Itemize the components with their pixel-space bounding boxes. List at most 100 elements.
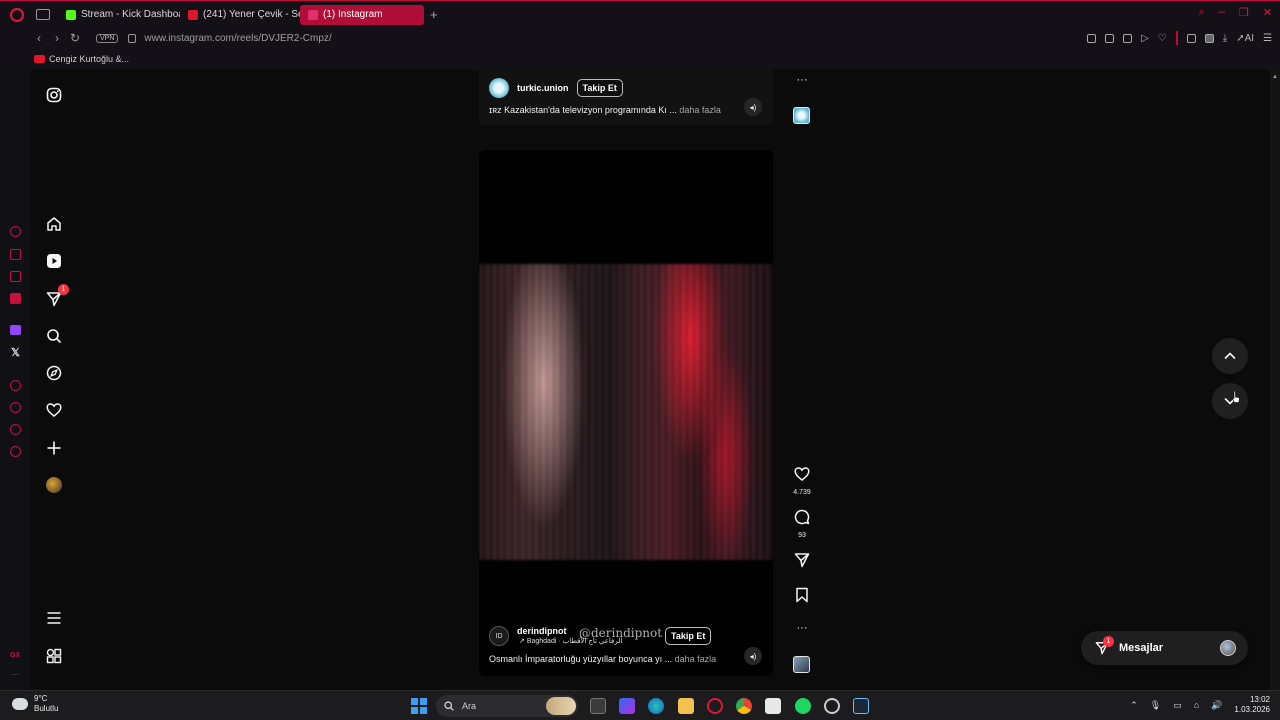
reel-caption[interactable]: ɪʀz Kazakistan'da televizyon programında… (489, 105, 721, 115)
back-icon[interactable]: ‹ (30, 31, 48, 45)
opera-gx-icon[interactable] (707, 698, 723, 714)
forward-icon[interactable]: › (48, 31, 66, 45)
task-view-icon[interactable] (590, 698, 606, 714)
lock-icon[interactable] (128, 33, 137, 43)
also-from-meta-icon[interactable] (45, 647, 63, 665)
chrome-icon[interactable] (736, 698, 752, 714)
search-icon[interactable] (45, 327, 63, 345)
extensions-icon[interactable] (10, 424, 21, 435)
maximize-icon[interactable]: ❐ (1239, 6, 1249, 19)
more-icon[interactable]: ··· (11, 670, 19, 679)
share-icon[interactable] (794, 552, 810, 568)
previous-reel-button[interactable] (1212, 338, 1248, 374)
messenger-icon[interactable] (10, 271, 21, 282)
ai-icon[interactable] (10, 249, 21, 260)
easy-setup-icon[interactable]: ☰ (1263, 33, 1272, 44)
taskbar-search[interactable]: Ara (436, 695, 578, 717)
extensions-icon[interactable] (1186, 33, 1196, 43)
x-icon[interactable]: 𝕏 (11, 346, 20, 359)
more-options-icon[interactable]: ··· (790, 622, 814, 634)
history-icon[interactable] (10, 402, 21, 413)
messages-icon[interactable]: 1 (45, 284, 69, 308)
author-avatar[interactable] (489, 78, 509, 98)
current-reel[interactable]: @derindipnot ID derindipnot Takip Et ↗ B… (479, 150, 773, 676)
comment-action[interactable]: 93 (790, 509, 814, 539)
reload-icon[interactable]: ↻ (66, 31, 84, 45)
play-icon[interactable]: ▷ (1141, 33, 1149, 44)
bookmark-item[interactable]: Cengiz Kurtoğlu &... (49, 54, 129, 64)
opera-logo-icon[interactable] (10, 7, 24, 22)
author-username[interactable]: turkic.union (517, 83, 569, 93)
start-button[interactable] (411, 698, 427, 714)
settings-app-icon[interactable] (824, 698, 840, 714)
widgets-icon[interactable] (619, 698, 635, 714)
home-icon[interactable] (45, 215, 63, 233)
pin-icon[interactable] (1087, 33, 1097, 43)
url-field[interactable]: www.instagram.com/reels/DVJER2-Cmpz/ (144, 33, 331, 44)
create-icon[interactable] (45, 439, 63, 457)
clock[interactable]: 13:02 1.03.2026 (1234, 695, 1270, 715)
player-icon[interactable] (10, 380, 21, 391)
twitch-icon[interactable] (10, 325, 21, 335)
tab-strip-icon[interactable] (36, 9, 50, 20)
bookmark-icon[interactable] (794, 587, 810, 603)
tab-youtube[interactable]: (241) Yener Çevik - Sende (180, 5, 300, 25)
next-reel-button[interactable] (1212, 383, 1248, 419)
snapshot-icon[interactable] (1105, 33, 1115, 43)
store-icon[interactable] (765, 698, 781, 714)
steam-icon[interactable] (853, 698, 869, 714)
reel-video[interactable] (479, 264, 773, 560)
menu-icon[interactable] (45, 609, 63, 627)
author-avatar[interactable]: ID (489, 626, 509, 646)
close-icon[interactable]: ✕ (1263, 6, 1272, 19)
mail-icon[interactable] (10, 293, 21, 304)
audio-row[interactable]: ↗ Baghdadi · الرفاعي تاج الأقطاب (519, 637, 622, 645)
reels-icon[interactable] (45, 252, 63, 270)
weather-widget[interactable]: 9°C Bulutlu (10, 694, 58, 714)
volume-icon[interactable]: 🔊 (1211, 700, 1222, 711)
more-link[interactable]: daha fazla (675, 654, 717, 664)
microphone-icon[interactable]: 🎙 (1150, 700, 1161, 711)
profile-avatar[interactable] (45, 476, 63, 494)
gx-label[interactable]: GX (10, 652, 20, 659)
mute-icon[interactable]: ◂) (744, 647, 762, 665)
follow-button[interactable]: Takip Et (576, 79, 623, 97)
like-action[interactable]: 4.739 (790, 466, 814, 496)
author-username[interactable]: derindipnot (517, 626, 567, 636)
file-explorer-icon[interactable] (678, 698, 694, 714)
heart-icon[interactable]: ♡ (1158, 33, 1167, 44)
heart-icon[interactable] (794, 466, 810, 482)
scroll-up-arrow-icon[interactable]: ▲ (1272, 74, 1278, 80)
tab-instagram[interactable]: (1) Instagram (300, 4, 424, 25)
save-action[interactable] (790, 587, 814, 608)
follow-button[interactable]: Takip Et (665, 627, 712, 645)
spotify-icon[interactable] (795, 698, 811, 714)
audio-thumbnail[interactable] (793, 107, 810, 124)
vpn-badge[interactable]: VPN (96, 33, 119, 43)
audio-thumbnail[interactable] (793, 656, 810, 673)
notifications-icon[interactable] (45, 401, 63, 419)
speed-dial-icon[interactable] (10, 226, 21, 237)
tab-kick[interactable]: Stream - Kick Dashboard (58, 5, 180, 25)
minimize-icon[interactable]: – (1219, 6, 1225, 19)
explore-icon[interactable] (45, 364, 63, 382)
edge-icon[interactable] (648, 698, 664, 714)
profile-icon[interactable] (1204, 33, 1214, 43)
mute-icon[interactable]: ◂) (744, 98, 762, 116)
more-link[interactable]: daha fazla (679, 105, 721, 115)
reel-caption[interactable]: Osmanlı İmparatorluğu yüzyıllar boyunca … (489, 654, 716, 664)
more-options-icon[interactable]: ··· (790, 74, 814, 86)
comment-icon[interactable] (794, 509, 810, 525)
aria-ai-button[interactable]: ➚AI (1236, 33, 1254, 44)
show-hidden-icons[interactable]: ⌃ (1130, 700, 1138, 711)
page-scrollbar[interactable] (1270, 70, 1280, 690)
search-tabs-icon[interactable]: ⌕ (1199, 6, 1205, 19)
download-icon[interactable]: ⤓ (1223, 33, 1227, 44)
shield-icon[interactable] (1123, 33, 1133, 43)
new-tab-icon[interactable]: + (430, 7, 438, 22)
display-icon[interactable]: ▭ (1173, 700, 1182, 711)
settings-icon[interactable] (10, 446, 21, 457)
network-icon[interactable]: ⌂ (1194, 700, 1199, 710)
instagram-logo-icon[interactable] (45, 86, 63, 104)
share-action[interactable] (790, 552, 814, 573)
